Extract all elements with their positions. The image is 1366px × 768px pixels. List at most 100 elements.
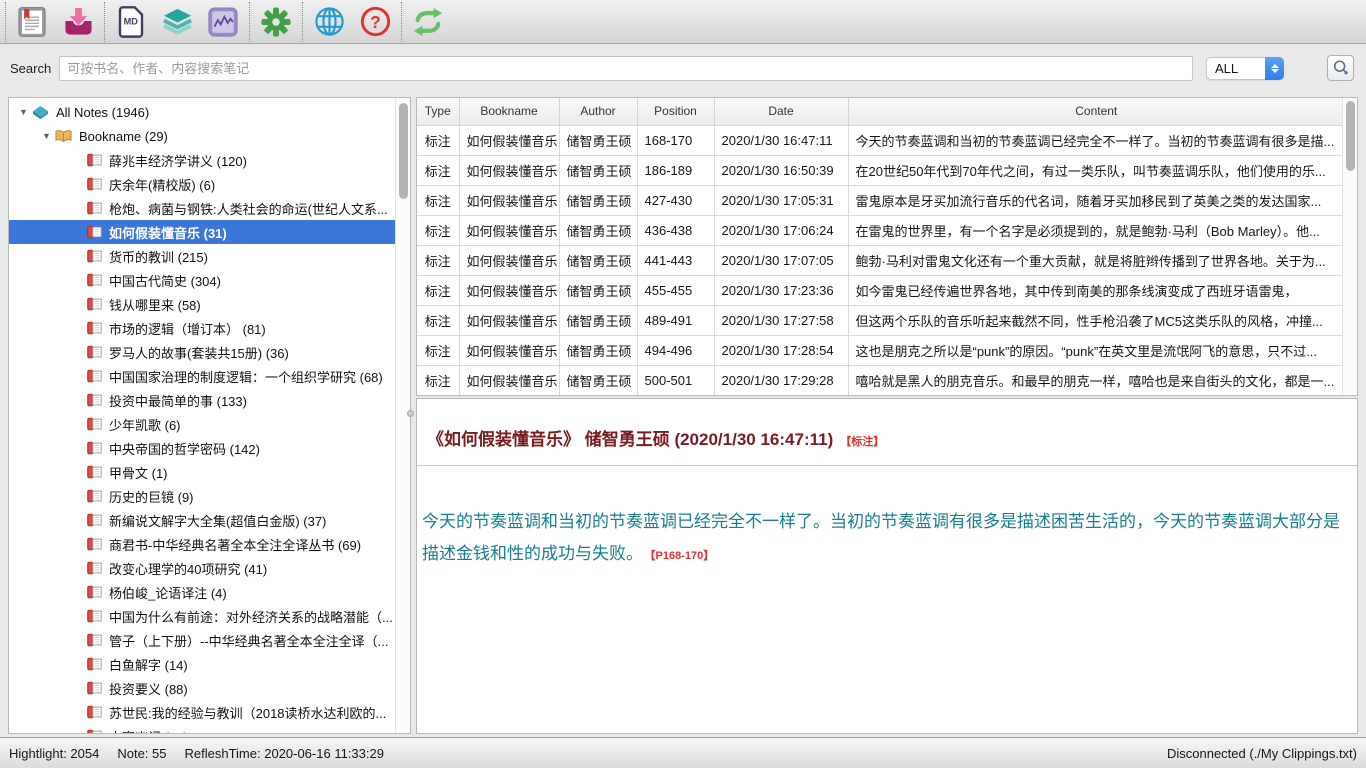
column-header-date[interactable]: Date — [714, 98, 848, 125]
cell-content: 如今雷鬼已经传遍世界各地，其中传到南美的那条线演变成了西班牙语雷鬼， — [848, 275, 1344, 305]
highlight-count: Hightlight: 2054 — [9, 746, 99, 761]
table-scrollbar[interactable] — [1342, 98, 1357, 395]
sidebar-book-item[interactable]: 甲骨文 (1) — [9, 460, 395, 484]
sidebar-book-item[interactable]: 罗马人的故事(套装共15册) (36) — [9, 340, 395, 364]
settings-gear-icon[interactable] — [253, 2, 299, 42]
toolbar-separator — [104, 2, 105, 42]
sidebar-book-item[interactable]: 如何假装懂音乐 (31) — [9, 220, 395, 244]
sidebar-book-item[interactable]: 投资要义 (88) — [9, 676, 395, 700]
book-label: 白鱼解字 (14) — [109, 655, 188, 674]
table-row[interactable]: 标注如何假装懂音乐储智勇王硕494-4962020/1/30 17:28:54这… — [417, 335, 1344, 365]
book-icon — [87, 297, 102, 311]
table-row[interactable]: 标注如何假装懂音乐储智勇王硕500-5012020/1/30 17:29:28嘻… — [417, 365, 1344, 395]
markdown-export-icon[interactable]: MD — [108, 2, 154, 42]
sidebar-book-item[interactable]: 新编说文解字大全集(超值白金版) (37) — [9, 508, 395, 532]
cell-position: 489-491 — [637, 305, 714, 335]
book-tree: ▼ All Notes (1946) ▼ Bookname (29) 薛兆丰经济… — [9, 100, 395, 733]
disclosure-triangle-icon[interactable]: ▼ — [42, 131, 55, 141]
cell-date: 2020/1/30 17:07:05 — [714, 245, 848, 275]
search-input[interactable] — [59, 56, 1193, 81]
book-icon — [87, 441, 102, 455]
help-icon[interactable]: ? — [352, 2, 398, 42]
column-header-author[interactable]: Author — [559, 98, 637, 125]
sidebar-book-item[interactable]: 中国国家治理的制度逻辑：一个组织学研究 (68) — [9, 364, 395, 388]
connection-status: Disconnected (./My Clippings.txt) — [1167, 746, 1357, 761]
column-header-type[interactable]: Type — [417, 98, 459, 125]
sidebar-book-item[interactable]: 白鱼解字 (14) — [9, 652, 395, 676]
disclosure-triangle-icon[interactable]: ▼ — [19, 107, 32, 117]
notes-document-icon[interactable] — [9, 2, 55, 42]
sidebar-book-item[interactable]: 杨伯峻_论语译注 (4) — [9, 580, 395, 604]
sidebar-book-item[interactable]: 市场的逻辑（增订本） (81) — [9, 316, 395, 340]
sidebar-book-item[interactable]: 钱从哪里来 (58) — [9, 292, 395, 316]
sidebar-book-item[interactable]: 中央帝国的哲学密码 (142) — [9, 436, 395, 460]
sidebar-book-item[interactable]: 中国为什么有前途：对外经济关系的战略潜能（... — [9, 604, 395, 628]
sidebar-book-item[interactable]: 苏世民:我的经验与教训（2018读桥水达利欧的... — [9, 700, 395, 724]
table-row[interactable]: 标注如何假装懂音乐储智勇王硕436-4382020/1/30 17:06:24在… — [417, 215, 1344, 245]
sidebar-book-item[interactable]: 投资中最简单的事 (133) — [9, 388, 395, 412]
sidebar-book-item[interactable]: 枪炮、病菌与钢铁:人类社会的命运(世纪人文系... — [9, 196, 395, 220]
table-row[interactable]: 标注如何假装懂音乐储智勇王硕489-4912020/1/30 17:27:58但… — [417, 305, 1344, 335]
sidebar-book-item[interactable]: 历史的巨镜 (9) — [9, 484, 395, 508]
sidebar-book-item[interactable]: 薛兆丰经济学讲义 (120) — [9, 148, 395, 172]
sidebar-book-item[interactable]: 中国古代简史 (304) — [9, 268, 395, 292]
sidebar-item-bookname[interactable]: ▼ Bookname (29) — [9, 124, 395, 148]
book-label: 管子（上下册）--中华经典名著全本全注全译（... — [109, 631, 389, 650]
svg-text:?: ? — [370, 12, 381, 32]
note-detail-title: 《如何假装懂音乐》 储智勇王硕 (2020/1/30 16:47:11)【标注】 — [417, 425, 1357, 450]
sidebar-book-item[interactable]: 小窗幽记 (35) — [9, 724, 395, 733]
cell-position: 500-501 — [637, 365, 714, 395]
sidebar-book-item[interactable]: 改变心理学的40项研究 (41) — [9, 556, 395, 580]
sidebar-item-all-notes[interactable]: ▼ All Notes (1946) — [9, 100, 395, 124]
book-label: 甲骨文 (1) — [109, 463, 168, 482]
book-icon — [87, 465, 102, 479]
sidebar-book-item[interactable]: 货币的教训 (215) — [9, 244, 395, 268]
book-icon — [87, 657, 102, 671]
column-header-content[interactable]: Content — [848, 98, 1344, 125]
cell-date: 2020/1/30 16:47:11 — [714, 125, 848, 155]
sidebar-book-item[interactable]: 管子（上下册）--中华经典名著全本全注全译（... — [9, 628, 395, 652]
table-row[interactable]: 标注如何假装懂音乐储智勇王硕168-1702020/1/30 16:47:11今… — [417, 125, 1344, 155]
layers-icon[interactable] — [154, 2, 200, 42]
sidebar: ▼ All Notes (1946) ▼ Bookname (29) 薛兆丰经济… — [8, 97, 411, 734]
all-notes-icon — [32, 105, 49, 120]
cell-type: 标注 — [417, 305, 459, 335]
cell-bookname: 如何假装懂音乐 — [459, 185, 559, 215]
column-header-bookname[interactable]: Bookname — [459, 98, 559, 125]
table-row[interactable]: 标注如何假装懂音乐储智勇王硕441-4432020/1/30 17:07:05鲍… — [417, 245, 1344, 275]
notes-table-header-row: TypeBooknameAuthorPositionDateContent — [417, 98, 1344, 125]
sidebar-scrollbar-thumb[interactable] — [399, 103, 408, 199]
statistics-chart-icon[interactable] — [200, 2, 246, 42]
search-button[interactable] — [1327, 55, 1354, 81]
all-notes-label: All Notes (1946) — [56, 105, 149, 120]
book-icon — [87, 321, 102, 335]
sidebar-book-item[interactable]: 庆余年(精校版) (6) — [9, 172, 395, 196]
column-header-position[interactable]: Position — [637, 98, 714, 125]
cell-author: 储智勇王硕 — [559, 125, 637, 155]
filter-dropdown[interactable]: ALL — [1206, 57, 1284, 80]
detail-divider — [417, 465, 1357, 466]
magnifier-icon — [1332, 59, 1350, 77]
table-row[interactable]: 标注如何假装懂音乐储智勇王硕427-4302020/1/30 17:05:31雷… — [417, 185, 1344, 215]
table-row[interactable]: 标注如何假装懂音乐储智勇王硕186-1892020/1/30 16:50:39在… — [417, 155, 1344, 185]
table-scrollbar-thumb[interactable] — [1346, 101, 1355, 171]
cell-type: 标注 — [417, 365, 459, 395]
pane-splitter-handle[interactable] — [407, 410, 414, 417]
cell-date: 2020/1/30 17:06:24 — [714, 215, 848, 245]
sidebar-book-item[interactable]: 商君书-中华经典名著全本全注全译丛书 (69) — [9, 532, 395, 556]
sidebar-book-item[interactable]: 少年凯歌 (6) — [9, 412, 395, 436]
book-icon — [87, 633, 102, 647]
import-clippings-icon[interactable] — [55, 2, 101, 42]
table-row[interactable]: 标注如何假装懂音乐储智勇王硕455-4552020/1/30 17:23:36如… — [417, 275, 1344, 305]
cell-content: 这也是朋克之所以是“punk”的原因。“punk”在英文里是流氓阿飞的意思，只不… — [848, 335, 1344, 365]
toolbar-separator — [5, 2, 6, 42]
bookname-group-label: Bookname (29) — [79, 129, 168, 144]
book-label: 中央帝国的哲学密码 (142) — [109, 439, 260, 458]
cell-bookname: 如何假装懂音乐 — [459, 125, 559, 155]
cell-author: 储智勇王硕 — [559, 365, 637, 395]
cell-type: 标注 — [417, 335, 459, 365]
cell-date: 2020/1/30 17:29:28 — [714, 365, 848, 395]
refresh-sync-icon[interactable] — [405, 2, 451, 42]
globe-icon[interactable] — [306, 2, 352, 42]
cell-type: 标注 — [417, 155, 459, 185]
